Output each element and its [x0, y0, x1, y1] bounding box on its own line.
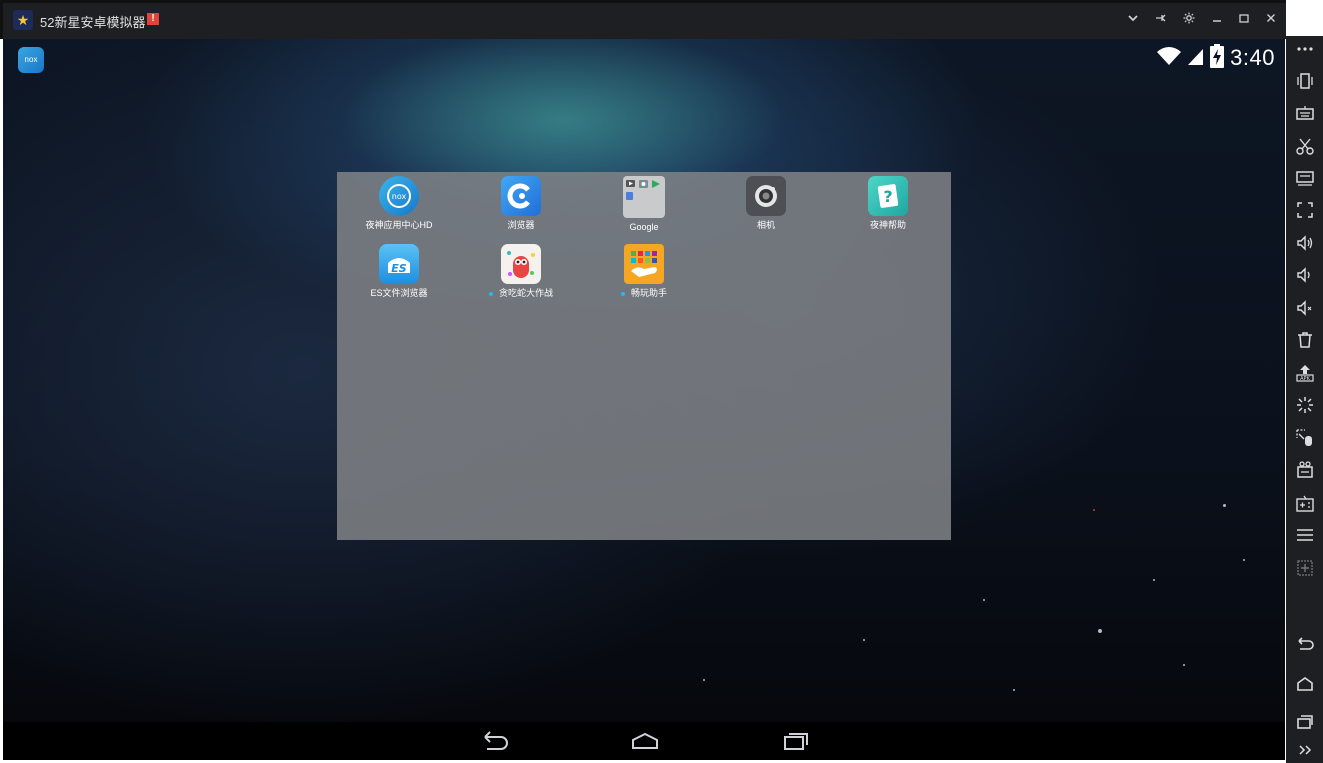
google-folder-icon [623, 176, 665, 218]
status-bar: 3:40 [1156, 43, 1275, 73]
app-label: 贪吃蛇大作战 [466, 288, 576, 299]
star-decoration [1093, 509, 1095, 511]
app-label: 畅玩助手 [589, 288, 699, 299]
tool-sidebar: APK [1286, 36, 1323, 763]
scissors-icon[interactable] [1294, 135, 1316, 157]
app-logo-icon: ★ [13, 10, 33, 30]
chevron-down-icon[interactable] [1123, 9, 1143, 31]
app-folder-panel: nox 夜神应用中心HD 浏览器 Google 相机 ? 夜神帮助 ES ES文… [337, 172, 951, 540]
macro-icon[interactable] [1294, 427, 1316, 449]
app-browser[interactable]: 浏览器 [466, 176, 576, 231]
help-icon: ? [868, 176, 908, 216]
window-titlebar: ★ 52新星安卓模拟器 ! [0, 0, 1286, 39]
apk-install-icon[interactable]: APK [1294, 362, 1316, 384]
sidebar-recents-icon[interactable] [1294, 711, 1316, 733]
svg-text:nox: nox [392, 192, 407, 201]
mute-icon[interactable] [1294, 297, 1316, 319]
recents-icon[interactable] [775, 728, 815, 754]
keyboard-icon[interactable] [1294, 102, 1316, 124]
screen-icon[interactable] [1294, 167, 1316, 189]
trash-icon[interactable] [1294, 329, 1316, 351]
es-file-explorer-icon: ES [379, 244, 419, 284]
maximize-icon[interactable] [1234, 9, 1254, 31]
more-icon[interactable] [1294, 38, 1316, 60]
add-icon[interactable] [1294, 557, 1316, 579]
battery-charging-icon [1210, 43, 1225, 73]
nox-icon[interactable]: nox [18, 47, 44, 73]
home-icon[interactable] [625, 728, 665, 754]
volume-down-icon[interactable] [1294, 264, 1316, 286]
loading-icon[interactable] [1294, 394, 1316, 416]
star-decoration [1098, 629, 1102, 633]
nox-appcenter-icon: nox [379, 176, 419, 216]
wifi-icon [1156, 46, 1182, 71]
svg-text:APK: APK [1300, 376, 1310, 382]
app-camera[interactable]: 相机 [711, 176, 821, 231]
minimize-icon[interactable] [1207, 9, 1227, 31]
sidebar-home-icon[interactable] [1294, 673, 1316, 695]
app-google-folder[interactable]: Google [589, 176, 699, 233]
close-icon[interactable] [1261, 9, 1281, 31]
window-title: 52新星安卓模拟器 [40, 15, 146, 30]
star-decoration [1223, 504, 1226, 507]
star-decoration [863, 639, 865, 641]
app-es-file-explorer[interactable]: ES ES文件浏览器 [344, 244, 454, 299]
shake-icon[interactable] [1294, 70, 1316, 92]
app-nox-appcenter[interactable]: nox 夜神应用中心HD [344, 176, 454, 231]
app-label: 夜神应用中心HD [365, 220, 433, 230]
camera-icon [746, 176, 786, 216]
alert-badge[interactable]: ! [147, 13, 159, 25]
volume-up-icon[interactable] [1294, 232, 1316, 254]
play-assistant-icon [624, 244, 664, 284]
app-label: ES文件浏览器 [370, 288, 428, 298]
app-label: 相机 [756, 220, 775, 230]
gear-icon[interactable] [1179, 9, 1199, 31]
sidebar-back-icon[interactable] [1294, 633, 1316, 655]
app-nox-help[interactable]: ? 夜神帮助 [833, 176, 943, 231]
android-navbar [3, 722, 1285, 760]
svg-text:ES: ES [391, 262, 407, 275]
new-app-dot [488, 291, 493, 296]
app-play-assistant[interactable]: 畅玩助手 [589, 244, 699, 299]
app-label: Google [629, 222, 659, 232]
fullscreen-icon[interactable] [1294, 199, 1316, 221]
snake-game-icon [501, 244, 541, 284]
app-snake-game[interactable]: 贪吃蛇大作战 [466, 244, 576, 299]
expand-icon[interactable] [1294, 739, 1316, 761]
status-clock: 3:40 [1230, 45, 1275, 70]
star-decoration [1243, 559, 1245, 561]
star-decoration [1013, 689, 1015, 691]
star-decoration [703, 679, 705, 681]
app-label: 浏览器 [507, 220, 535, 230]
app-label: 夜神帮助 [869, 220, 906, 230]
browser-icon [501, 176, 541, 216]
video-record-icon[interactable] [1294, 459, 1316, 481]
star-decoration [1153, 579, 1155, 581]
svg-text:?: ? [883, 187, 892, 206]
menu-icon[interactable] [1294, 524, 1316, 546]
new-app-dot [620, 291, 625, 296]
star-decoration [983, 599, 985, 601]
signal-icon [1188, 46, 1204, 71]
multi-instance-icon[interactable] [1294, 492, 1316, 514]
android-screen[interactable]: nox 3:40 nox 夜神应用中心HD 浏览器 Google 相机 ? 夜神… [3, 39, 1285, 722]
pin-icon[interactable] [1151, 9, 1171, 31]
back-icon[interactable] [475, 728, 515, 754]
star-decoration [1183, 664, 1185, 666]
